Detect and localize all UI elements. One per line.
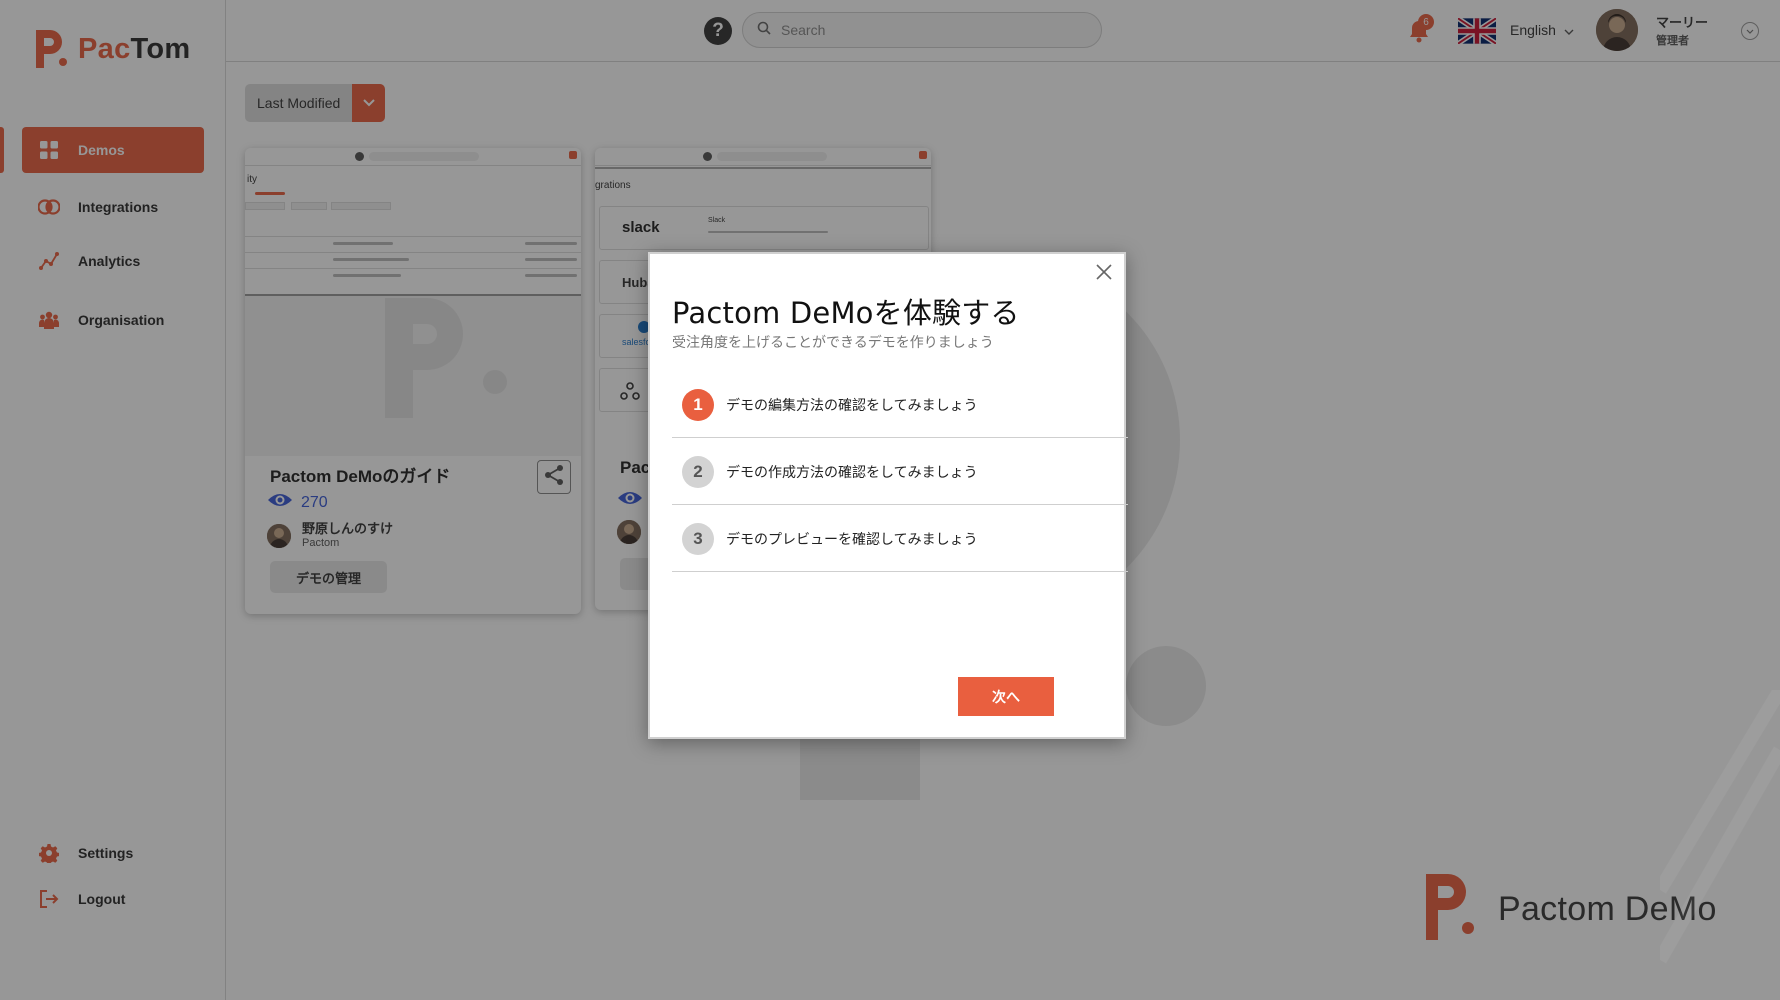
- onboarding-step-3[interactable]: 3 デモのプレビューを確認してみましょう: [672, 506, 1128, 572]
- close-icon[interactable]: [1094, 262, 1114, 282]
- modal-subtitle: 受注角度を上げることができるデモを作りましょう: [672, 335, 994, 351]
- next-button[interactable]: 次へ: [958, 677, 1054, 716]
- modal-title: Pactom DeMoを体験する: [672, 296, 1020, 330]
- onboarding-step-1[interactable]: 1 デモの編集方法の確認をしてみましょう: [672, 372, 1128, 438]
- step-number-badge: 1: [682, 388, 714, 421]
- onboarding-step-2[interactable]: 2 デモの作成方法の確認をしてみましょう: [672, 439, 1128, 505]
- step-number-badge: 3: [682, 522, 714, 555]
- step-number-badge: 2: [682, 455, 714, 488]
- onboarding-modal: Pactom DeMoを体験する 受注角度を上げることができるデモを作りましょう…: [648, 252, 1128, 739]
- step-label: デモのプレビューを確認してみましょう: [726, 531, 978, 548]
- step-label: デモの編集方法の確認をしてみましょう: [726, 397, 978, 414]
- backdrop-diagonal-stripes: [1660, 690, 1780, 964]
- step-label: デモの作成方法の確認をしてみましょう: [726, 464, 978, 481]
